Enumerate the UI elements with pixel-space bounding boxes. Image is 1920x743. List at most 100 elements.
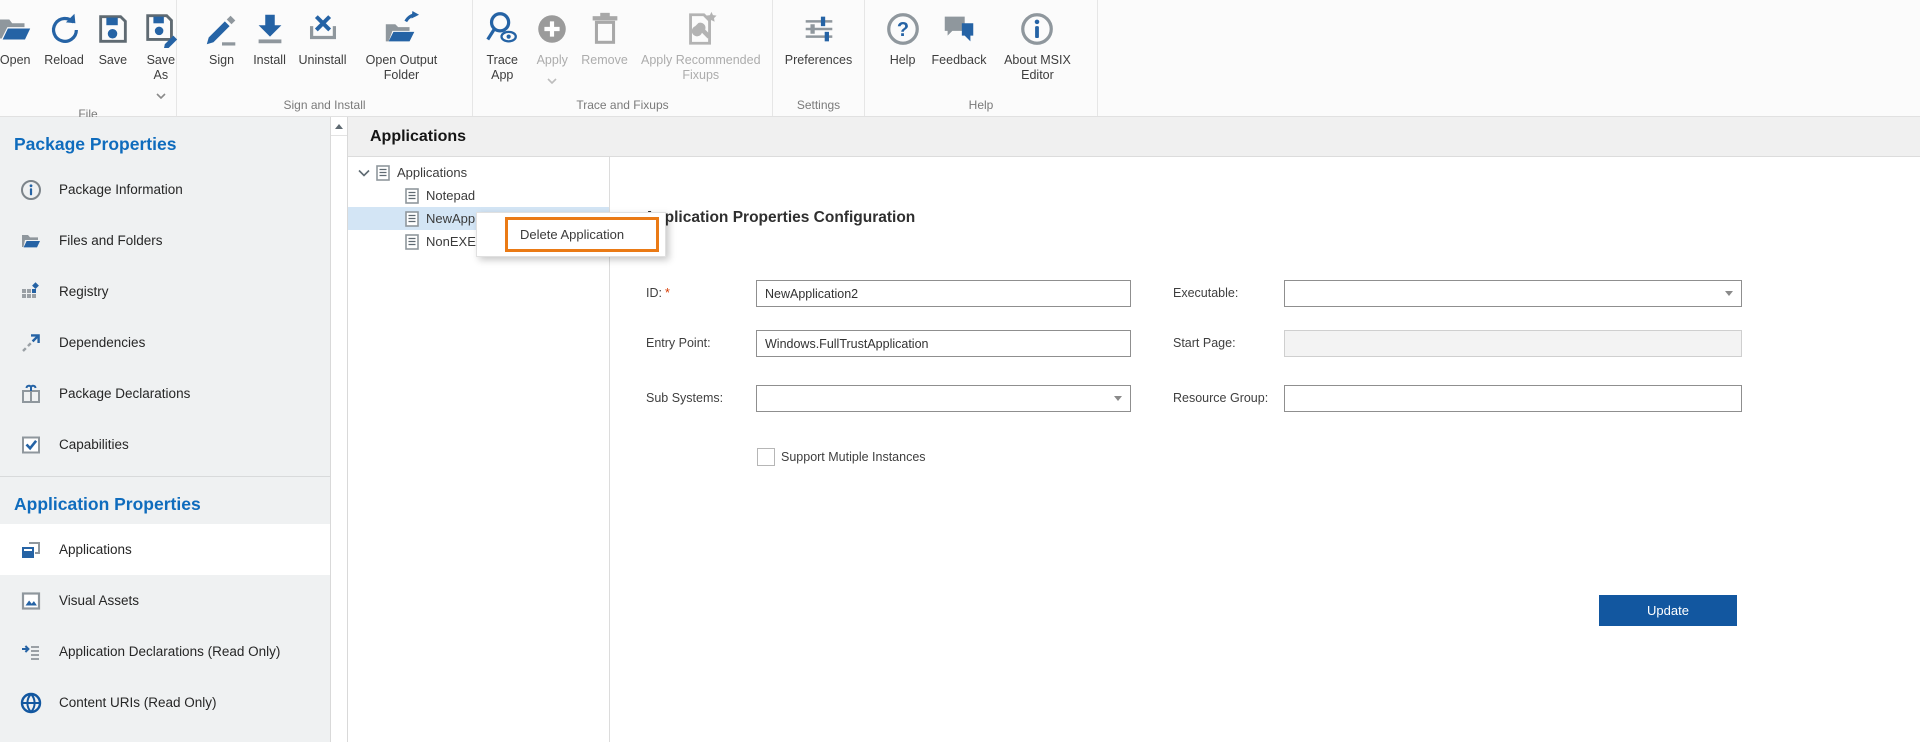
ribbon-group-file: Open Reload Save Save As File (0, 0, 180, 121)
fixups-document-wrench-icon (682, 7, 720, 51)
context-menu: Delete Application (476, 212, 666, 257)
combo-dropdown-arrow-icon[interactable] (1725, 291, 1733, 296)
sub-systems-combobox[interactable] (756, 385, 1131, 412)
open-output-folder-icon (382, 7, 420, 51)
sidebar-item-content-uris[interactable]: Content URIs (Read Only) (0, 677, 330, 728)
feedback-button[interactable]: Feedback (927, 5, 992, 70)
combo-dropdown-arrow-icon[interactable] (1114, 396, 1122, 401)
ribbon-group-label-trace-and-fixups: Trace and Fixups (576, 98, 669, 112)
start-page-label: Start Page: (1173, 336, 1236, 350)
chevron-down-icon[interactable] (358, 169, 370, 177)
support-multiple-instances-label: Support Mutiple Instances (781, 450, 926, 464)
tree-node-notepad[interactable]: Notepad (348, 184, 609, 207)
remove-button[interactable]: Remove (576, 5, 633, 70)
install-arrow-icon (251, 7, 289, 51)
install-button[interactable]: Install (246, 5, 294, 70)
preferences-button[interactable]: Preferences (780, 5, 857, 70)
sidebar-item-package-declarations[interactable]: Package Declarations (0, 368, 330, 419)
apply-recommended-fixups-button[interactable]: Apply Recommended Fixups (633, 5, 769, 85)
info-icon (20, 179, 42, 201)
tree-node-applications-root[interactable]: Applications (348, 161, 609, 184)
executable-combobox[interactable] (1284, 280, 1742, 307)
uninstall-button[interactable]: Uninstall (294, 5, 352, 70)
about-info-icon (1018, 7, 1056, 51)
folder-icon (20, 230, 42, 252)
application-properties-form: Application Properties Configuration ID:… (610, 157, 1920, 742)
open-output-folder-button[interactable]: Open Output Folder (351, 5, 451, 85)
navigation-sidebar: Package Properties Package Information F… (0, 117, 330, 742)
sub-systems-label: Sub Systems: (646, 391, 724, 405)
save-button[interactable]: Save (89, 5, 137, 70)
ribbon-toolbar: Open Reload Save Save As File Sign Insta… (0, 0, 1920, 121)
resource-group-label: Resource Group: (1173, 391, 1269, 405)
id-label: ID: * (646, 286, 670, 300)
reload-button[interactable]: Reload (39, 5, 89, 70)
support-multiple-instances-checkbox[interactable] (757, 448, 775, 466)
open-folder-icon (0, 7, 34, 51)
sidebar-heading-package-properties: Package Properties (14, 134, 177, 154)
document-icon (376, 164, 390, 181)
update-button[interactable]: Update (1599, 595, 1737, 626)
entry-point-label: Entry Point: (646, 336, 711, 350)
gift-icon (20, 383, 42, 405)
scrollbar-up-arrow-icon[interactable] (331, 117, 347, 136)
checkbox-check-icon (20, 434, 42, 456)
tree-node-label: Applications (397, 165, 468, 180)
ribbon-group-settings: Preferences Settings (773, 0, 865, 116)
uninstall-x-icon (304, 7, 342, 51)
save-as-icon (142, 7, 180, 51)
msix-editor-window: Open Reload Save Save As File Sign Insta… (0, 0, 1920, 743)
id-input[interactable] (756, 280, 1131, 307)
open-button[interactable]: Open (0, 5, 39, 70)
preferences-sliders-icon (800, 7, 838, 51)
reload-icon (45, 7, 83, 51)
resource-group-input[interactable] (1284, 385, 1742, 412)
sidebar-item-application-declarations[interactable]: Application Declarations (Read Only) (0, 626, 330, 677)
registry-icon (20, 281, 42, 303)
sign-pencil-icon (203, 7, 241, 51)
globe-icon (20, 692, 42, 714)
document-icon (405, 210, 419, 227)
help-button[interactable]: ? Help (879, 5, 927, 70)
trace-app-button[interactable]: Trace App (476, 5, 528, 85)
document-icon (405, 187, 419, 204)
sidebar-item-files-and-folders[interactable]: Files and Folders (0, 215, 330, 266)
trace-app-magnifier-icon (483, 7, 521, 51)
sign-button[interactable]: Sign (198, 5, 246, 70)
sidebar-heading-application-properties: Application Properties (14, 494, 201, 514)
page-title: Applications (370, 127, 467, 145)
apply-dropdown-chevron-icon (547, 71, 557, 89)
windows-icon (20, 539, 42, 561)
help-question-icon: ? (884, 7, 922, 51)
executable-label: Executable: (1173, 286, 1239, 300)
ribbon-group-label-sign-and-install: Sign and Install (283, 98, 366, 112)
sidebar-item-capabilities[interactable]: Capabilities (0, 419, 330, 470)
tree-node-label: Notepad (426, 188, 476, 203)
sidebar-item-dependencies[interactable]: Dependencies (0, 317, 330, 368)
svg-text:?: ? (896, 19, 908, 41)
delete-application-menu-item[interactable]: Delete Application (505, 217, 659, 252)
save-as-dropdown-chevron-icon[interactable] (156, 86, 166, 104)
sidebar-item-visual-assets[interactable]: Visual Assets (0, 575, 330, 626)
sidebar-scrollbar[interactable] (330, 117, 348, 742)
ribbon-group-help: ? Help Feedback About MSIX Editor Help (865, 0, 1098, 116)
apply-plus-icon (533, 7, 571, 51)
ribbon-group-label-help: Help (968, 98, 994, 112)
save-icon (94, 7, 132, 51)
feedback-speech-bubble-icon (940, 7, 978, 51)
entry-point-input[interactable] (756, 330, 1131, 357)
ribbon-group-trace-and-fixups: Trace App Apply Remove Apply Recommended… (473, 0, 773, 116)
page-header: Applications (348, 117, 1920, 157)
sidebar-item-applications[interactable]: Applications (0, 524, 330, 575)
sidebar-item-registry[interactable]: Registry (0, 266, 330, 317)
ribbon-group-label-settings: Settings (796, 98, 841, 112)
picture-icon (20, 590, 42, 612)
list-arrow-icon (20, 641, 42, 663)
remove-trash-icon (586, 7, 624, 51)
apply-button[interactable]: Apply (528, 5, 576, 91)
about-msix-editor-button[interactable]: About MSIX Editor (991, 5, 1083, 85)
sidebar-item-package-information[interactable]: Package Information (0, 164, 330, 215)
ribbon-group-sign-and-install: Sign Install Uninstall Open Output Folde… (177, 0, 473, 116)
required-asterisk: * (664, 286, 670, 300)
dependencies-arrow-icon (20, 332, 42, 354)
